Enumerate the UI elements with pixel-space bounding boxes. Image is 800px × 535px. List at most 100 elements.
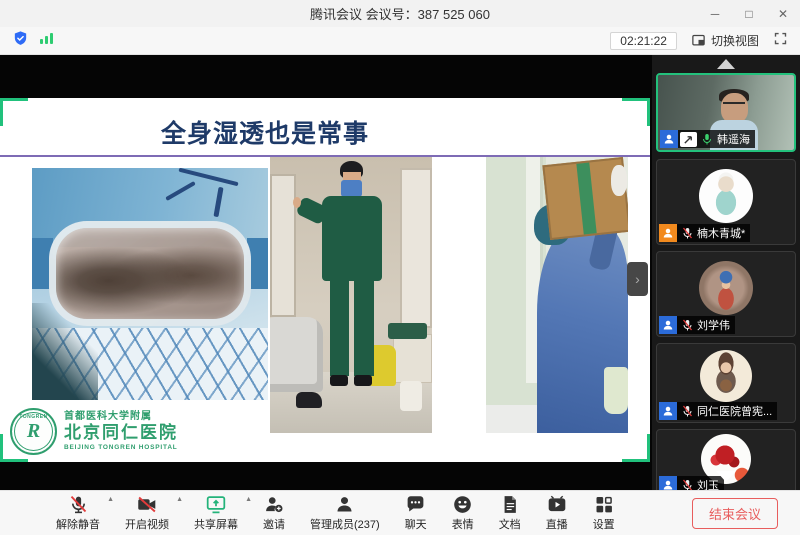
mic-on-icon [699, 131, 715, 147]
participant-name-bar: 同仁医院曾宪... [659, 402, 777, 420]
meeting-topbar: 02:21:22 切换视图 [0, 27, 800, 55]
camera-off-icon [136, 494, 158, 515]
chat-label: 聊天 [405, 516, 427, 532]
scrub-pants [330, 280, 349, 377]
emoji-button[interactable]: 表情 [452, 494, 474, 532]
minimize-button[interactable]: ─ [698, 0, 732, 27]
decor-shape [723, 102, 745, 108]
settings-icon [594, 494, 614, 515]
slide-title: 全身湿透也是常事 [0, 114, 530, 150]
invite-button[interactable]: 邀请 [263, 494, 285, 532]
participant-tile[interactable]: 刘学伟 [656, 251, 796, 337]
live-label: 直播 [546, 516, 568, 532]
manage-members-label: 管理成员(237) [310, 516, 380, 532]
invite-icon [263, 494, 285, 515]
manage-members-button[interactable]: 管理成员(237) [310, 494, 380, 532]
seal-letter: R [27, 420, 40, 443]
share-screen-label: 共享屏幕 [194, 516, 238, 532]
sneakers [296, 392, 322, 409]
photo-carrying-box [486, 157, 628, 433]
participant-tile[interactable]: 韩遥海 [656, 73, 796, 152]
shared-screen-area: 全身湿透也是常事 [0, 55, 800, 490]
mic-muted-icon [679, 225, 695, 241]
screen-share-badge-icon [680, 132, 697, 147]
scrub-top [322, 196, 382, 282]
chat-button[interactable]: 聊天 [405, 494, 427, 532]
members-icon [334, 494, 355, 515]
end-meeting-button[interactable]: 结束会议 [692, 498, 778, 529]
participant-name: 韩遥海 [717, 131, 750, 147]
meeting-timer: 02:21:22 [610, 32, 677, 50]
seal-top-text: TONGREN [19, 414, 47, 420]
security-shield-icon[interactable] [12, 30, 29, 52]
dropdown-arrow-icon[interactable]: ▲ [107, 496, 114, 503]
mic-muted-icon [679, 477, 695, 490]
sidebar-collapse-handle[interactable]: › [627, 262, 648, 296]
mic-muted-icon [679, 403, 695, 419]
mic-off-icon [68, 494, 89, 515]
scroll-down-icon[interactable] [716, 471, 736, 482]
maximize-button[interactable]: □ [732, 0, 766, 27]
member-badge-icon [659, 224, 677, 242]
titlebar: 腾讯会议 会议号：387 525 060 ─ □ ✕ [0, 0, 800, 27]
share-screen-icon [205, 494, 227, 515]
settings-label: 设置 [593, 516, 615, 532]
meeting-toolbar: 解除静音 ▲ 开启视频 ▲ 共享屏幕 ▲ 邀请 管理成员(237) 聊天 表 [0, 490, 800, 535]
topbar-right-group: 02:21:22 切换视图 [610, 31, 788, 51]
member-badge-icon [659, 476, 677, 490]
network-signal-icon[interactable] [39, 31, 55, 50]
hospital-logo: TONGREN R 首都医科大学附属 北京同仁医院 BEIJING TONGRE… [10, 408, 178, 455]
participant-tile[interactable]: 楠木青城* [656, 159, 796, 245]
share-screen-button[interactable]: 共享屏幕 ▲ [194, 494, 238, 532]
avatar [699, 169, 753, 223]
photo-goggles-closeup [32, 168, 268, 400]
gloved-hand [611, 165, 627, 195]
decor-shape [721, 93, 748, 123]
close-button[interactable]: ✕ [766, 0, 800, 27]
scroll-up-icon[interactable] [717, 59, 735, 69]
chevron-right-icon: › [635, 271, 640, 287]
tencent-meeting-window: 腾讯会议 会议号：387 525 060 ─ □ ✕ 02:21:22 切换视图 [0, 0, 800, 535]
settings-button[interactable]: 设置 [593, 494, 615, 532]
switch-view-label: 切换视图 [711, 32, 759, 49]
emoji-label: 表情 [452, 516, 474, 532]
participant-tile[interactable]: 同仁医院曾宪... [656, 343, 796, 423]
participant-name-bar: 刘玉 [659, 476, 724, 490]
window-title: 腾讯会议 会议号：387 525 060 [310, 4, 490, 23]
share-border-corner [622, 434, 650, 462]
hospital-logo-text: 首都医科大学附属 北京同仁医院 BEIJING TONGREN HOSPITAL [64, 411, 178, 453]
hospital-bed [270, 317, 323, 392]
box-tape [576, 163, 596, 234]
docs-button[interactable]: 文档 [499, 494, 521, 532]
hallway-door [400, 168, 432, 328]
shoe [330, 375, 348, 386]
logo-line1: 首都医科大学附属 [64, 411, 178, 424]
member-badge-icon [659, 316, 677, 334]
participant-name-bar: 刘学伟 [659, 316, 735, 334]
fullscreen-icon[interactable] [773, 31, 788, 51]
share-border-corner [622, 98, 650, 126]
emoji-icon [452, 494, 473, 515]
unmute-label: 解除静音 [56, 516, 100, 532]
switch-view-button[interactable]: 切换视图 [691, 32, 759, 49]
unmute-button[interactable]: 解除静音 ▲ [56, 494, 100, 532]
live-icon [546, 494, 568, 515]
decor-shape [388, 323, 427, 340]
start-video-button[interactable]: 开启视频 ▲ [125, 494, 169, 532]
presentation-slide: 全身湿透也是常事 [0, 98, 650, 462]
participant-name-bar: 韩遥海 [660, 130, 755, 148]
dropdown-arrow-icon[interactable]: ▲ [245, 496, 252, 503]
window-controls: ─ □ ✕ [698, 0, 800, 27]
logo-line2: 北京同仁医院 [64, 423, 178, 444]
dropdown-arrow-icon[interactable]: ▲ [176, 496, 183, 503]
hospital-seal-icon: TONGREN R [10, 408, 57, 455]
decor-shape [604, 367, 628, 414]
logo-line3: BEIJING TONGREN HOSPITAL [64, 444, 178, 452]
avatar [699, 261, 753, 315]
participants-sidebar: 韩遥海 楠木青城* [652, 55, 800, 490]
hallway-door [270, 174, 296, 318]
participant-name: 楠木青城* [697, 225, 745, 241]
surgical-mask [341, 180, 362, 197]
decor-shape [400, 381, 423, 411]
live-button[interactable]: 直播 [546, 494, 568, 532]
